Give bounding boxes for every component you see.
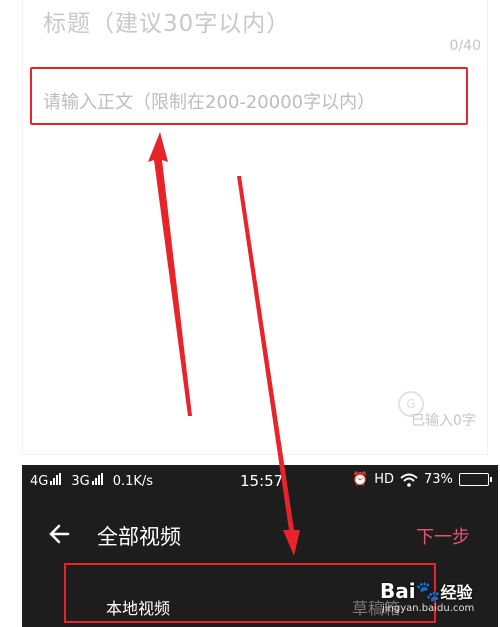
char-count: 已输入0字: [411, 413, 476, 429]
alarm-icon: ⏰: [352, 472, 369, 487]
watermark-brand: Bai🐾经验: [380, 579, 473, 603]
battery-icon: [458, 473, 492, 486]
nav-bar: 全部视频 下一步: [22, 513, 498, 557]
signal-icon: [50, 473, 62, 485]
network-speed: 0.1K/s: [112, 473, 154, 489]
paw-icon: 🐾: [415, 579, 441, 603]
title-input[interactable]: 标题（建议30字以内）: [43, 4, 290, 38]
body-highlight-box: [30, 67, 468, 125]
hd-badge: HD: [374, 472, 394, 487]
page-title: 全部视频: [97, 525, 181, 549]
back-arrow-icon[interactable]: [46, 520, 74, 548]
baidu-watermark: Bai🐾经验 jingyan.baidu.com: [380, 575, 500, 627]
status-bar: 4G 3G 0.1K/s 15:57 ⏰ HD 73%: [22, 465, 498, 497]
title-counter: 0/40: [449, 38, 481, 54]
battery-percent: 73%: [423, 472, 453, 487]
network-3g: 3G: [71, 473, 103, 489]
wifi-icon: [400, 473, 418, 487]
watermark-url: jingyan.baidu.com: [382, 603, 475, 614]
clock: 15:57: [240, 472, 284, 490]
next-step-button[interactable]: 下一步: [416, 523, 470, 549]
network-4g: 4G: [30, 473, 62, 489]
signal-icon: [91, 473, 103, 485]
